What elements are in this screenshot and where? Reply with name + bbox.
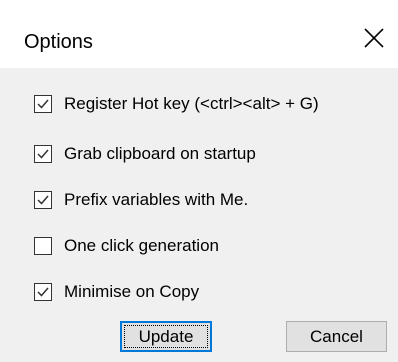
prefix-variables-checkbox[interactable] [34, 191, 52, 209]
update-button-label: Update [138, 326, 194, 346]
options-panel: Register Hot key (<ctrl><alt> + G) Grab … [0, 68, 398, 362]
title-bar: Options [0, 0, 398, 68]
options-dialog: Options Register Hot key (<ctrl><alt> + … [0, 0, 398, 362]
checkmark-icon [37, 195, 49, 205]
checkmark-icon [37, 287, 49, 297]
grab-clipboard-label: Grab clipboard on startup [64, 144, 256, 163]
register-hotkey-checkbox[interactable] [34, 95, 52, 113]
dialog-title: Options [24, 31, 93, 53]
checkmark-icon [37, 149, 49, 159]
update-button[interactable]: Update [120, 321, 212, 352]
one-click-generation-checkbox[interactable] [34, 237, 52, 255]
option-grab-clipboard[interactable]: Grab clipboard on startup [34, 142, 256, 166]
grab-clipboard-checkbox[interactable] [34, 145, 52, 163]
prefix-variables-label: Prefix variables with Me. [64, 190, 249, 209]
minimise-on-copy-checkbox[interactable] [34, 283, 52, 301]
option-minimise-on-copy[interactable]: Minimise on Copy [34, 280, 199, 304]
option-register-hotkey[interactable]: Register Hot key (<ctrl><alt> + G) [34, 92, 319, 116]
close-button[interactable] [358, 22, 390, 54]
option-prefix-variables[interactable]: Prefix variables with Me. [34, 188, 248, 212]
option-one-click-generation[interactable]: One click generation [34, 234, 219, 258]
cancel-button[interactable]: Cancel [286, 321, 387, 352]
register-hotkey-label: Register Hot key (<ctrl><alt> + G) [64, 94, 319, 113]
minimise-on-copy-label: Minimise on Copy [64, 282, 200, 301]
cancel-button-label: Cancel [310, 326, 363, 346]
close-icon [364, 28, 384, 48]
checkmark-icon [37, 99, 49, 109]
one-click-generation-label: One click generation [64, 236, 219, 255]
